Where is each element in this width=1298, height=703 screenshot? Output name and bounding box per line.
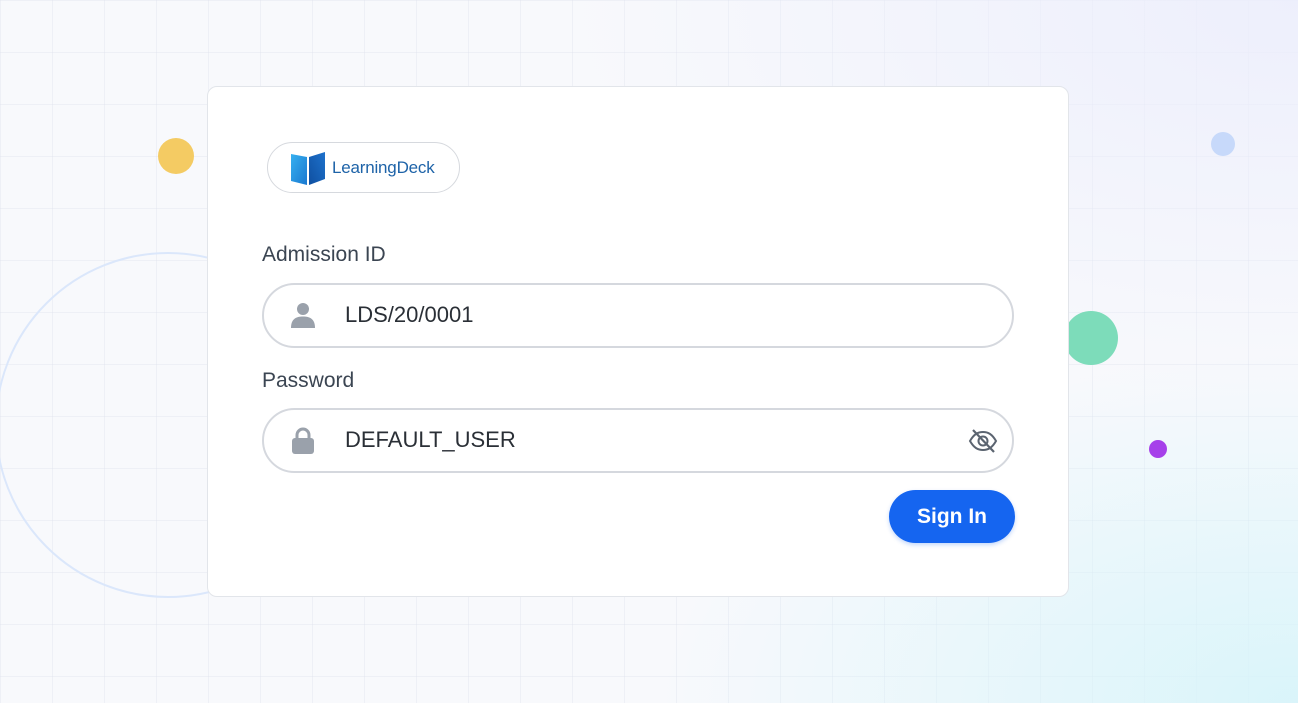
password-field[interactable]	[262, 408, 1014, 473]
admission-id-field[interactable]	[262, 283, 1014, 348]
decorative-dot-yellow	[158, 138, 194, 174]
lock-icon	[292, 427, 314, 454]
password-input[interactable]	[345, 427, 945, 453]
eye-off-icon[interactable]	[968, 427, 998, 455]
password-label: Password	[262, 369, 355, 392]
logo-badge: LearningDeck	[267, 142, 460, 193]
decorative-dot-green	[1064, 311, 1118, 365]
admission-id-label: Admission ID	[262, 243, 386, 266]
sign-in-button[interactable]: Sign In	[889, 490, 1015, 543]
login-card: LearningDeck Admission ID Password Sign …	[207, 86, 1069, 597]
open-book-icon	[291, 152, 325, 185]
decorative-dot-blue	[1211, 132, 1235, 156]
decorative-dot-purple	[1149, 440, 1167, 458]
admission-id-input[interactable]	[345, 302, 945, 328]
logo-text: LearningDeck	[332, 158, 435, 177]
user-icon	[291, 303, 315, 328]
